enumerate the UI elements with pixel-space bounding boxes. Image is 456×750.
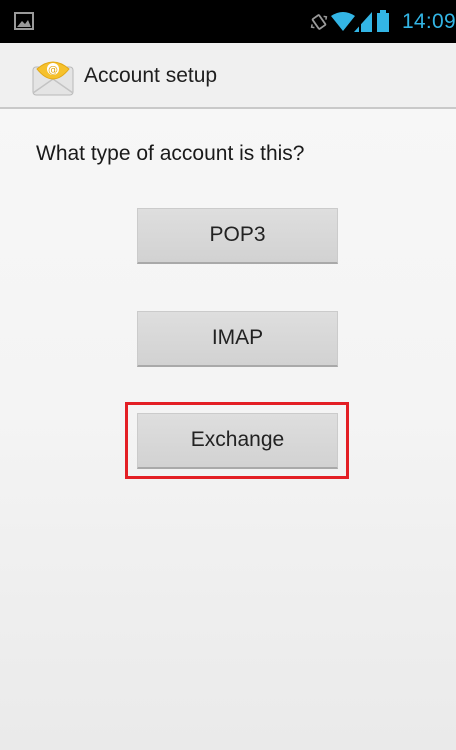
svg-text:@: @ — [48, 65, 58, 76]
screen: 14:09 @ Account setup What type of accou… — [0, 0, 456, 750]
pop3-button[interactable]: POP3 — [137, 208, 338, 264]
email-app-icon[interactable]: @ — [32, 57, 74, 97]
image-notification-icon — [14, 12, 34, 30]
status-bar: 14:09 — [0, 0, 456, 43]
signal-icon — [354, 12, 372, 32]
exchange-button[interactable]: Exchange — [137, 413, 338, 469]
account-type-question: What type of account is this? — [36, 142, 305, 165]
battery-icon — [377, 10, 389, 32]
status-time: 14:09 — [401, 10, 456, 33]
vibrate-icon — [309, 12, 329, 32]
page-title: Account setup — [84, 64, 218, 87]
action-bar: @ Account setup — [0, 43, 456, 109]
imap-button[interactable]: IMAP — [137, 311, 338, 367]
wifi-icon — [331, 12, 355, 32]
